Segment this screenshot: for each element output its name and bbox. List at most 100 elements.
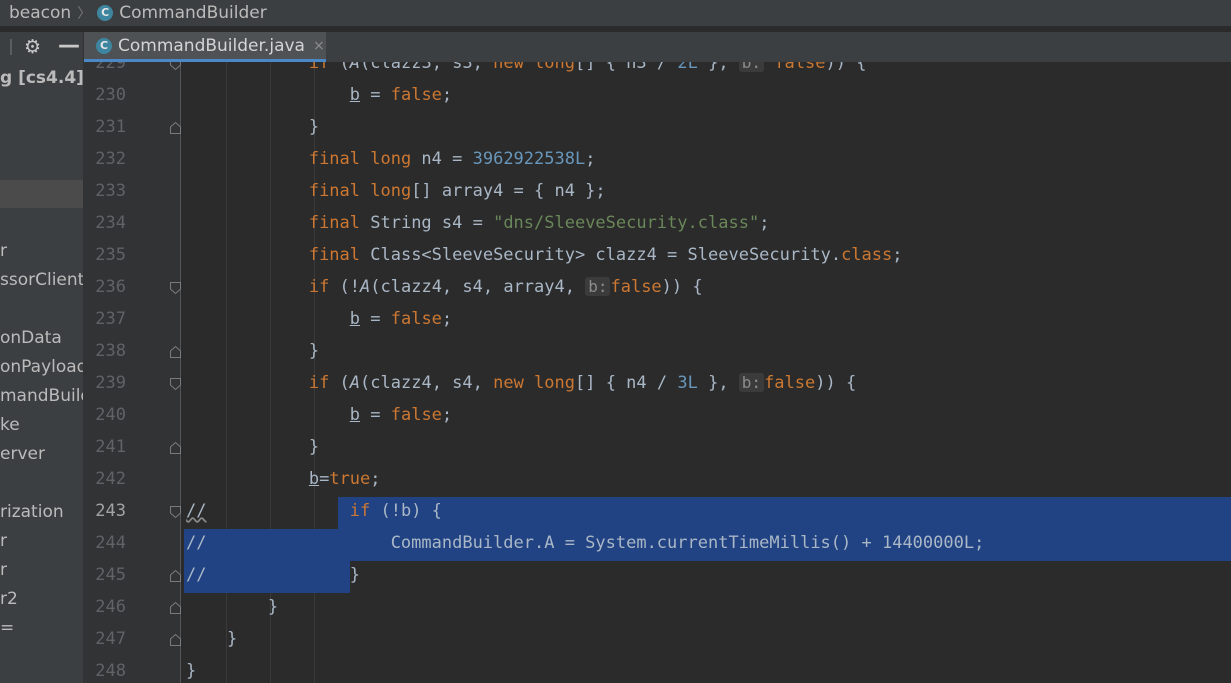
tree-item[interactable]: erver [0,444,45,464]
line-number: 233 [95,181,126,201]
line-number: 247 [95,629,126,649]
code-line: 238 } [84,337,1231,369]
code-text: b = false; [349,405,453,425]
code-line: 242 b=true; [84,465,1231,497]
code-line: 241 } [84,433,1231,465]
close-icon[interactable]: × [313,38,325,54]
tree-item[interactable]: rization [0,502,64,522]
editor-tabs: C CommandBuilder.java × [84,32,1231,62]
line-number: 241 [95,437,126,457]
code-text: final long[] array4 = { n4 }; [308,181,606,201]
code-line: 239 if (A(clazz4, s4, new long[] { n4 / … [84,369,1231,401]
code-text: } [186,341,320,361]
fold-marker-icon[interactable] [170,282,181,294]
code-line-current: 243 // if (!b) { [84,497,1231,529]
fold-marker-icon[interactable] [170,346,181,358]
gear-icon[interactable]: ⚙ [24,36,41,58]
toolbar-divider [10,39,12,55]
code-line: 229 if (A(clazz3, s3, new long[] { n3 / … [84,62,1231,81]
code-text: } [186,597,279,617]
code-line: 233 final long[] array4 = { n4 }; [84,177,1231,209]
fold-marker-icon[interactable] [170,602,181,614]
fold-marker-icon[interactable] [170,570,181,582]
code-line: 232 final long n4 = 3962922538L; [84,145,1231,177]
fold-marker-icon[interactable] [170,442,181,454]
line-number: 230 [95,85,126,105]
class-icon: C [97,5,114,21]
line-number: 242 [95,469,126,489]
fold-marker-icon[interactable] [170,122,181,134]
code-line: 235 final Class<SleeveSecurity> clazz4 =… [84,241,1231,273]
line-number: 248 [95,661,126,681]
code-line: 247 } [84,625,1231,657]
fold-marker-icon[interactable] [170,506,181,518]
tree-item[interactable]: ssorClient [0,270,83,290]
code-text: } [186,437,320,457]
tree-item[interactable]: mandBuilder [0,386,83,406]
code-line: 245 // } [84,561,1231,593]
code-text: final String s4 = "dns/SleeveSecurity.cl… [308,213,770,233]
code-text: final long n4 = 3962922538L; [308,149,596,169]
tree-item[interactable]: onData [0,328,62,348]
selected-tree-row[interactable] [0,180,83,208]
tab-commandbuilder[interactable]: C CommandBuilder.java × [84,32,326,62]
project-panel: ⚙ — g [cs4.4] /c r ssorClient onData onP… [0,32,83,683]
line-number: 246 [95,597,126,617]
tree-item[interactable]: r [0,241,7,261]
tree-item[interactable]: r2 [0,589,18,609]
line-number: 234 [95,213,126,233]
code-line: 246 } [84,593,1231,625]
tree-item[interactable]: onPayload [0,357,83,377]
line-number: 243 [95,501,126,521]
fold-marker-icon[interactable] [170,378,181,390]
code-text: // CommandBuilder.A = System.currentTime… [186,533,985,553]
tree-item[interactable]: r [0,560,7,580]
fold-marker-icon[interactable] [170,62,181,70]
code-text: if (A(clazz3, s3, new long[] { n3 / 2L }… [186,62,866,73]
fold-marker-icon[interactable] [170,634,181,646]
tree-item-label: g [cs4.4] [0,68,83,88]
code-text: } [186,661,197,681]
line-number: 235 [95,245,126,265]
code-line: 237 b = false; [84,305,1231,337]
code-text: b = false; [349,85,453,105]
line-number: 236 [95,277,126,297]
code-line: 240 b = false; [84,401,1231,433]
tree-item[interactable]: r [0,531,7,551]
code-text: // } [186,565,360,585]
code-line: 236 if (!A(clazz4, s4, array4, b: false))… [84,273,1231,305]
code-editor[interactable]: 229 if (A(clazz3, s3, new long[] { n3 / … [84,62,1231,683]
code-line: 244 // CommandBuilder.A = System.current… [84,529,1231,561]
code-text: final Class<SleeveSecurity> clazz4 = Sle… [308,245,903,265]
class-icon: C [96,37,112,54]
code-text: b=true; [308,469,381,489]
code-text: if (A(clazz4, s4, new long[] { n4 / 3L }… [308,373,857,393]
line-number: 231 [95,117,126,137]
code-text: } [186,117,320,137]
breadcrumb-project[interactable]: beacon [0,3,71,23]
line-number: 232 [95,149,126,169]
tab-label: CommandBuilder.java [118,35,305,56]
code-line: 248 } [84,657,1231,683]
line-number: 239 [95,373,126,393]
line-number: 229 [95,62,126,73]
code-line: 231 } [84,113,1231,145]
tree-item[interactable]: ke [0,415,20,435]
tree-item[interactable]: = [0,618,14,638]
project-toolbar: ⚙ — [0,32,83,62]
chevron-right-icon: 〉 [77,6,92,22]
code-text: } [186,629,238,649]
tree-item-project[interactable]: g [cs4.4] /c [0,68,83,88]
code-text: b = false; [349,309,453,329]
code-line: 230 b = false; [84,81,1231,113]
line-number: 238 [95,341,126,361]
breadcrumb-file[interactable]: CommandBuilder [119,3,267,23]
minimize-icon[interactable]: — [58,33,80,58]
breadcrumb: beacon 〉 C CommandBuilder [0,0,1231,26]
code-line: 234 final String s4 = "dns/SleeveSecurit… [84,209,1231,241]
line-number: 240 [95,405,126,425]
code-text: if (!A(clazz4, s4, array4, b: false)) { [308,277,703,297]
code-text: // if (!b) { [186,501,442,521]
line-number: 244 [95,533,126,553]
line-number: 245 [95,565,126,585]
